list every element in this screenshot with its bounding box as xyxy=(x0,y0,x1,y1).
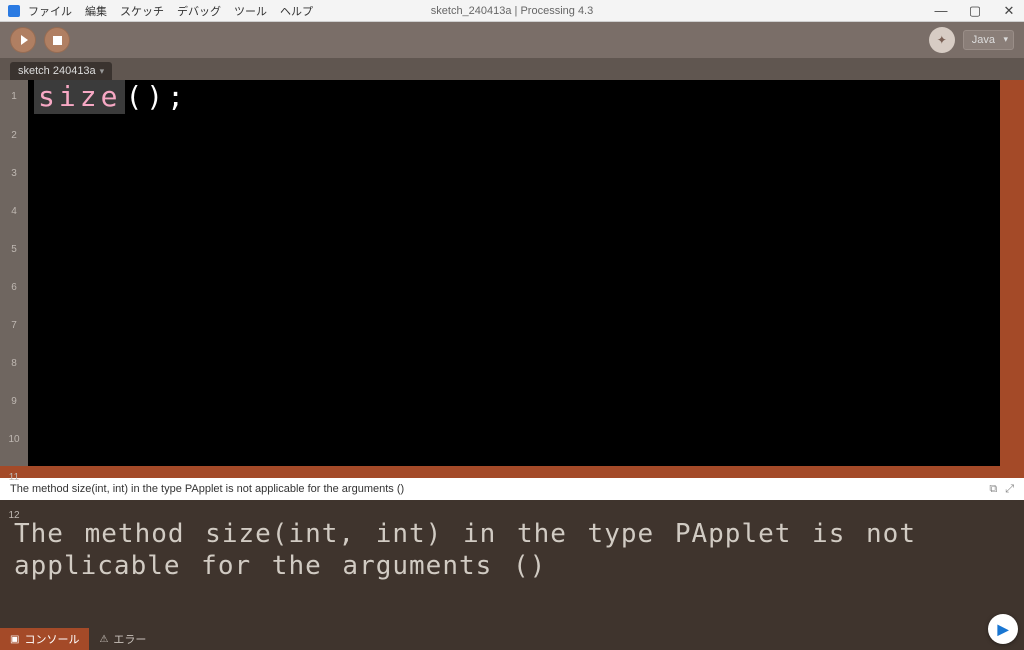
window-close-button[interactable]: ✕ xyxy=(1002,3,1016,19)
line-gutter: 1 2 3 4 5 6 7 8 9 10 11 12 xyxy=(0,80,28,466)
line-number: 1 xyxy=(0,85,28,117)
menu-debug[interactable]: デバッグ xyxy=(177,3,221,19)
line-number: 9 xyxy=(0,383,28,421)
bottom-tabs: ▣ コンソール ⚠ エラー xyxy=(0,628,1024,650)
tab-errors[interactable]: ⚠ エラー xyxy=(89,628,156,650)
tab-row: sketch 240413a ▾ xyxy=(0,58,1024,80)
menu-edit[interactable]: 編集 xyxy=(85,3,107,19)
help-bubble[interactable]: ▶ xyxy=(988,614,1018,644)
play-icon xyxy=(21,35,28,45)
tab-console-label: コンソール xyxy=(24,631,79,647)
window-minimize-button[interactable]: — xyxy=(934,3,948,19)
line-number: 2 xyxy=(0,117,28,155)
stop-icon xyxy=(53,36,62,45)
toolbar: ✦ Java xyxy=(0,22,1024,58)
stop-button[interactable] xyxy=(44,27,70,53)
debug-icon: ✦ xyxy=(937,33,947,47)
app-icon xyxy=(8,5,20,17)
menu-items: ファイル 編集 スケッチ デバッグ ツール ヘルプ xyxy=(28,3,313,19)
menu-tools[interactable]: ツール xyxy=(234,3,267,19)
code-line: size(); xyxy=(34,80,188,114)
error-bar: The method size(int, int) in the type PA… xyxy=(0,478,1024,500)
error-message-short: The method size(int, int) in the type PA… xyxy=(10,483,404,495)
tab-dropdown-icon[interactable]: ▾ xyxy=(100,66,105,77)
console-text: The method size(int, int) in the type PA… xyxy=(14,519,916,581)
window-maximize-button[interactable]: ▢ xyxy=(968,3,982,19)
line-number: 4 xyxy=(0,193,28,231)
editor-scrollbar[interactable] xyxy=(1000,80,1012,466)
line-number: 5 xyxy=(0,231,28,269)
mode-select[interactable]: Java xyxy=(963,30,1014,50)
menubar: ファイル 編集 スケッチ デバッグ ツール ヘルプ sketch_240413a… xyxy=(0,0,1024,22)
line-number: 10 xyxy=(0,421,28,459)
tab-label: sketch 240413a xyxy=(18,65,96,77)
editor: 1 2 3 4 5 6 7 8 9 10 11 12 size(); xyxy=(0,80,1024,478)
line-number: 7 xyxy=(0,307,28,345)
warning-icon: ⚠ xyxy=(99,634,108,645)
copy-error-icon[interactable]: ⧉ xyxy=(989,483,997,496)
tab-console[interactable]: ▣ コンソール xyxy=(0,628,89,650)
window-controls: — ▢ ✕ xyxy=(934,3,1016,19)
debug-button[interactable]: ✦ xyxy=(929,27,955,53)
menu-sketch[interactable]: スケッチ xyxy=(120,3,164,19)
mode-label: Java xyxy=(972,34,995,46)
token-rest: (); xyxy=(125,80,188,114)
token-function: size xyxy=(34,80,125,114)
line-number: 6 xyxy=(0,269,28,307)
line-number: 3 xyxy=(0,155,28,193)
menu-help[interactable]: ヘルプ xyxy=(280,3,313,19)
sketch-tab[interactable]: sketch 240413a ▾ xyxy=(10,62,112,80)
tab-errors-label: エラー xyxy=(113,631,146,647)
line-number: 8 xyxy=(0,345,28,383)
console-output: The method size(int, int) in the type PA… xyxy=(0,500,1024,628)
menu-file[interactable]: ファイル xyxy=(28,3,72,19)
bubble-icon: ▶ xyxy=(998,621,1009,638)
console-icon: ▣ xyxy=(10,634,19,645)
code-area[interactable]: size(); xyxy=(28,80,1000,466)
expand-error-icon[interactable]: ⤢ xyxy=(1005,483,1014,496)
run-button[interactable] xyxy=(10,27,36,53)
